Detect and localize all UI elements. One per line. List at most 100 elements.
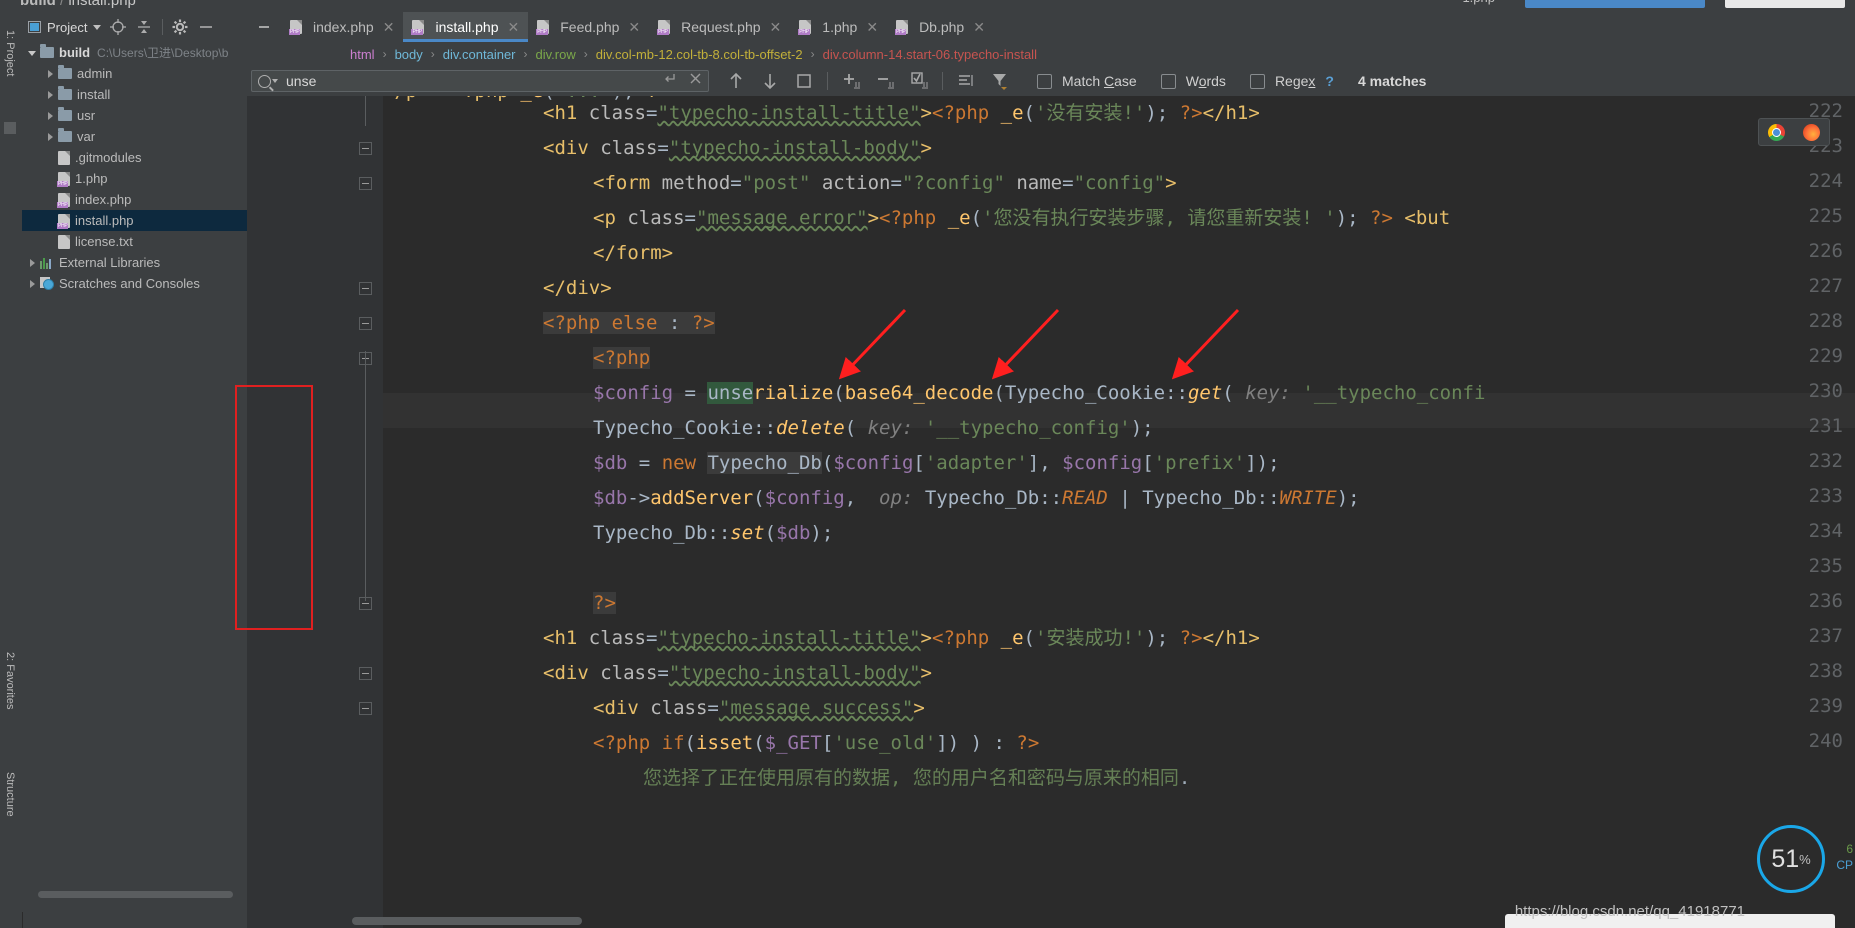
tree-item-build[interactable]: build C:\Users\卫进\Desktop\b (22, 42, 247, 63)
tree-item-admin[interactable]: admin (22, 63, 247, 84)
top-right-blue-widget[interactable] (1525, 0, 1705, 8)
code-line-230[interactable]: $config = unserialize(base64_decode(Type… (593, 376, 1485, 411)
breadcrumb-item-5[interactable]: div.column-14.start-06.typecho-install (823, 47, 1037, 62)
tool-window-button-structure[interactable]: Structure (4, 772, 16, 817)
editor-tab-1-php[interactable]: 1.php ✕ (790, 12, 887, 42)
expand-arrow-icon[interactable] (44, 67, 58, 81)
collapse-all-icon[interactable] (135, 18, 153, 36)
tree-item-install-php[interactable]: install.php (22, 210, 247, 231)
code-line-232[interactable]: $db = new Typecho_Db($config['adapter'],… (593, 446, 1280, 481)
breadcrumb-item-2[interactable]: div.container (443, 47, 516, 62)
breadcrumb[interactable]: html › body › div.container › div.row › div.col-… (247, 42, 1855, 66)
fold-marker-224[interactable] (359, 177, 372, 190)
filter-icon[interactable] (989, 70, 1011, 92)
collapse-arrow-icon[interactable] (26, 46, 40, 60)
code-line-240[interactable]: <?php if(isset($_GET['use_old']) ) : ?> (593, 726, 1039, 761)
project-tree[interactable]: build C:\Users\卫进\Desktop\b admin install us… (22, 42, 247, 294)
close-icon[interactable]: ✕ (383, 19, 395, 36)
words-label[interactable]: Words (1186, 73, 1226, 89)
code-line-231[interactable]: Typecho_Cookie::delete( key: '__typecho_… (593, 411, 1154, 446)
code-line-222[interactable]: <h1 class="typecho-install-title"><?php … (543, 96, 1260, 131)
tree-item-var[interactable]: var (22, 126, 247, 147)
tool-window-button-favorites[interactable]: 2: Favorites (4, 652, 16, 709)
fold-marker-238[interactable] (359, 667, 372, 680)
fold-marker-228[interactable] (359, 317, 372, 330)
code-line-226[interactable]: </form> (593, 236, 673, 271)
editor-tab-install-php[interactable]: install.php ✕ (403, 12, 529, 42)
expand-arrow-icon[interactable] (26, 277, 40, 291)
breadcrumb-item-1[interactable]: body (395, 47, 423, 62)
code-line-233[interactable]: $db->addServer($config, op: Typecho_Db::… (593, 481, 1360, 516)
project-view-icon[interactable] (28, 21, 41, 33)
search-icon[interactable] (258, 74, 271, 88)
select-occurrences-icon[interactable] (908, 70, 930, 92)
match-case-checkbox[interactable] (1037, 73, 1052, 89)
code-line-227[interactable]: </div> (543, 271, 612, 306)
code-line-228[interactable]: <?php else : ?> (543, 306, 715, 341)
expand-arrow-icon[interactable] (44, 130, 58, 144)
tool-window-button-project[interactable]: 1: Project (4, 30, 16, 76)
code-line-239[interactable]: <div class="message success"> (593, 691, 925, 726)
fold-marker-227[interactable] (359, 282, 372, 295)
editor-tab-feed-php[interactable]: Feed.php ✕ (528, 12, 649, 42)
breadcrumb-item-4[interactable]: div.col-mb-12.col-tb-8.col-tb-offset-2 (596, 47, 803, 62)
match-case-label[interactable]: Match Case (1062, 73, 1137, 89)
expand-arrow-icon[interactable] (26, 256, 40, 270)
top-right-white-widget[interactable] (1725, 0, 1845, 8)
editor-tab-request-php[interactable]: Request.php ✕ (649, 12, 790, 42)
cpu-usage-indicator[interactable]: 51% (1757, 825, 1825, 893)
close-icon[interactable]: ✕ (866, 19, 878, 36)
code-line-223[interactable]: <div class="typecho-install-body"> (543, 131, 932, 166)
code-line-229[interactable]: <?php (593, 341, 651, 376)
hide-tabs-icon[interactable] (247, 12, 281, 42)
tree-item-1-php[interactable]: 1.php (22, 168, 247, 189)
expand-arrow-icon[interactable] (44, 109, 58, 123)
fold-marker-223[interactable] (359, 142, 372, 155)
code-lines[interactable]: </p> <?php _e('...'); ?> <h1 class="type… (383, 96, 1855, 928)
close-icon[interactable]: ✕ (508, 19, 520, 36)
editor-tab-db-php[interactable]: Db.php ✕ (887, 12, 994, 42)
regex-checkbox[interactable] (1249, 73, 1265, 89)
chevron-down-icon[interactable] (93, 24, 102, 30)
close-icon[interactable]: ✕ (973, 19, 985, 36)
chrome-icon[interactable] (1768, 123, 1785, 141)
code-line-225[interactable]: <p class="message error"><?php _e('您没有执行… (593, 201, 1450, 236)
breadcrumb-item-0[interactable]: html (350, 47, 375, 62)
tree-item-usr[interactable]: usr (22, 105, 247, 126)
code-line-238[interactable]: <div class="typecho-install-body"> (543, 656, 932, 691)
tree-item--gitmodules[interactable]: .gitmodules (22, 147, 247, 168)
find-previous-icon[interactable] (725, 70, 747, 92)
select-all-occurrences-icon[interactable] (793, 70, 815, 92)
tree-item-license-txt[interactable]: license.txt (22, 231, 247, 252)
remove-occurrence-icon[interactable] (874, 70, 896, 92)
settings-gear-icon[interactable] (171, 18, 189, 36)
filter-lines-icon[interactable] (955, 70, 977, 92)
code-line-224[interactable]: <form method="post" action="?config" nam… (593, 166, 1177, 201)
regex-label[interactable]: Regex (1275, 73, 1315, 89)
regex-help-icon[interactable]: ? (1325, 73, 1334, 89)
locate-icon[interactable] (109, 18, 127, 36)
code-line-236[interactable]: ?> (593, 586, 616, 621)
firefox-icon[interactable] (1803, 123, 1820, 141)
editor-tab-bar[interactable]: index.php✕install.php✕Feed.php✕Request.p… (247, 12, 1855, 42)
project-horizontal-scrollbar[interactable] (38, 891, 233, 898)
add-occurrence-icon[interactable] (840, 70, 862, 92)
fold-marker-239[interactable] (359, 702, 372, 715)
code-editor[interactable]: 222 223 224 225 226 227 228 229 230 231 232 233 234 2… (247, 96, 1855, 928)
newline-icon[interactable] (662, 71, 677, 91)
editor-horizontal-scrollbar[interactable] (352, 917, 582, 925)
tree-item-external-libraries[interactable]: External Libraries (22, 252, 247, 273)
chevron-down-icon[interactable] (272, 79, 278, 83)
expand-arrow-icon[interactable] (44, 88, 58, 102)
tree-item-index-php[interactable]: index.php (22, 189, 247, 210)
tree-item-scratches-and-consoles[interactable]: Scratches and Consoles (22, 273, 247, 294)
browser-launch-bar[interactable] (1758, 118, 1830, 146)
close-icon[interactable]: ✕ (770, 19, 782, 36)
search-input[interactable]: unse (251, 70, 709, 92)
words-checkbox[interactable] (1160, 73, 1176, 89)
clear-search-icon[interactable] (689, 72, 702, 90)
breadcrumb-item-3[interactable]: div.row (536, 47, 576, 62)
tree-item-install[interactable]: install (22, 84, 247, 105)
find-next-icon[interactable] (759, 70, 781, 92)
close-icon[interactable]: ✕ (628, 19, 640, 36)
